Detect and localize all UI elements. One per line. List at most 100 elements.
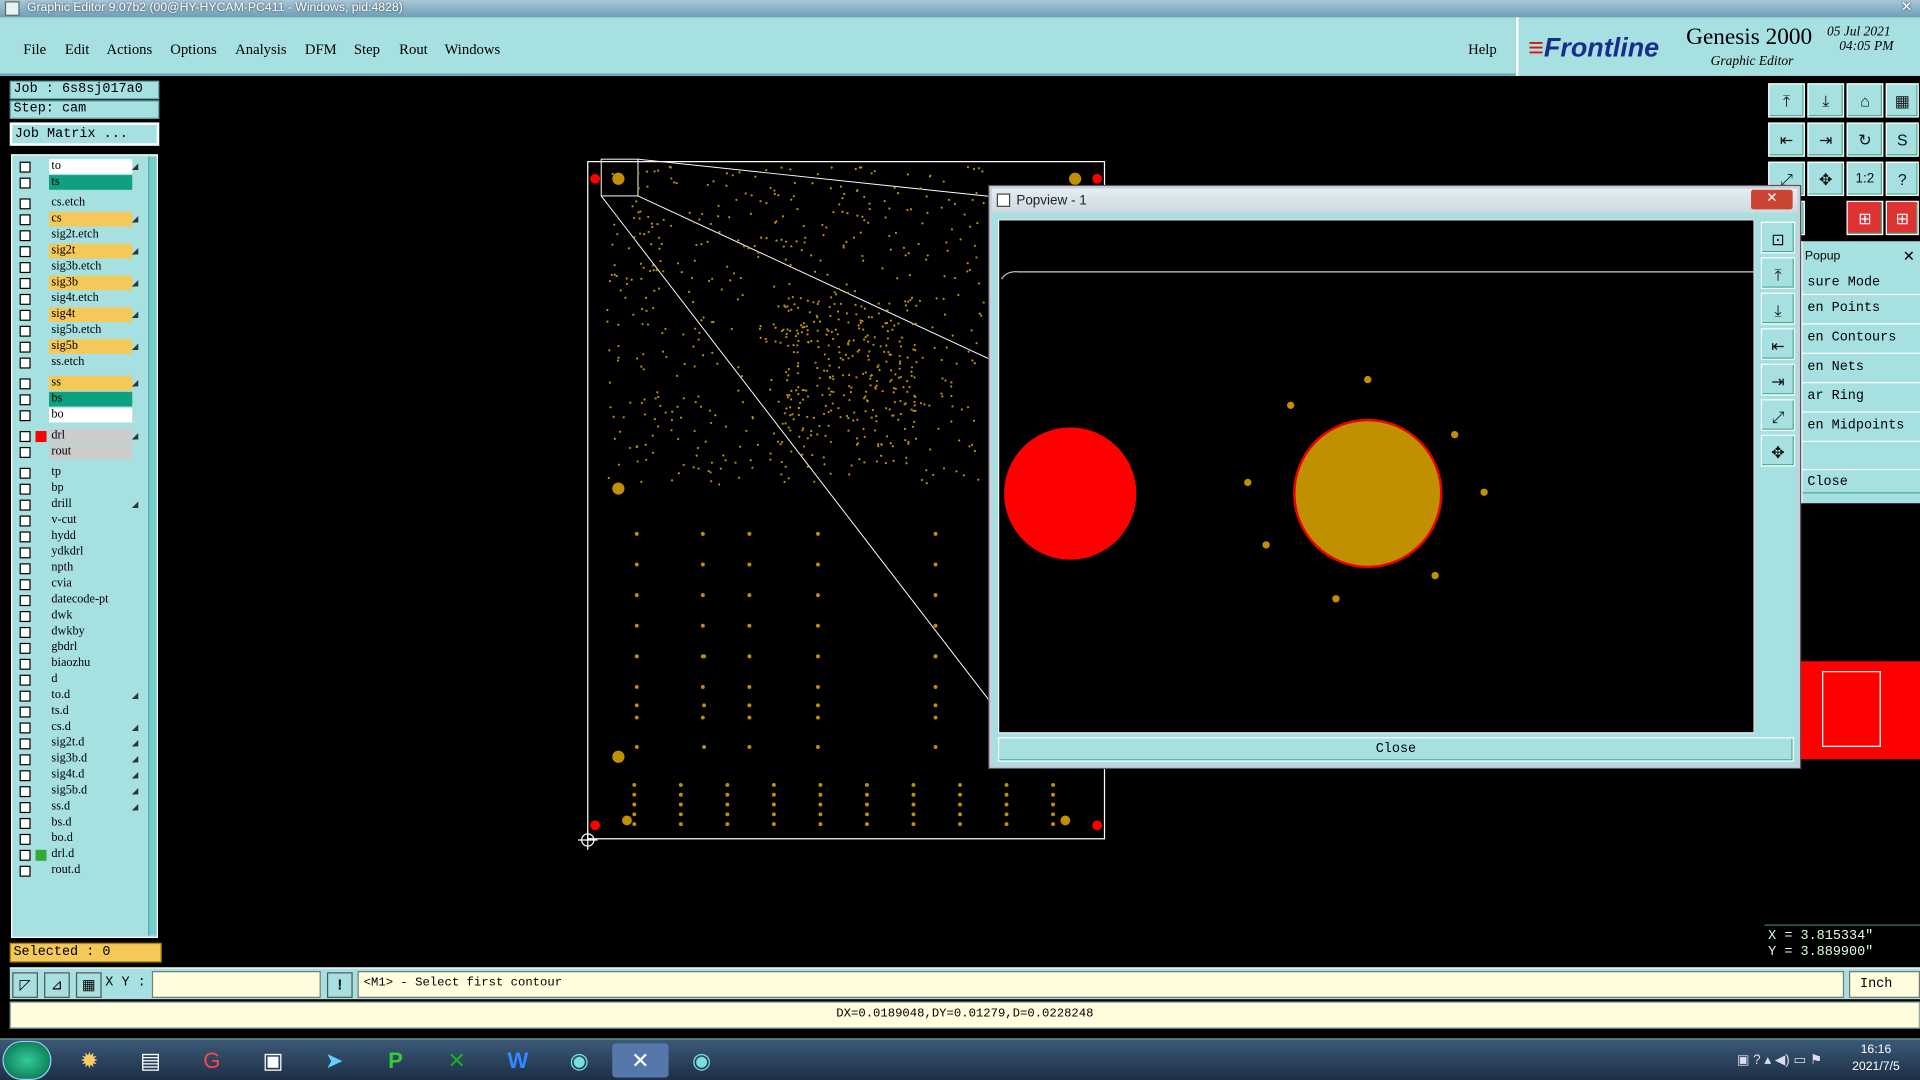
layer-name[interactable]: sig3b.etch: [48, 259, 133, 275]
layer-row[interactable]: to.d ◢: [12, 688, 141, 704]
layer-name[interactable]: d: [48, 672, 133, 687]
layer-checkbox[interactable]: [19, 738, 31, 750]
grid-tool-icon[interactable]: ▦: [75, 972, 102, 998]
layer-name[interactable]: ss.d: [48, 799, 133, 815]
layer-row[interactable]: d: [12, 672, 141, 688]
menu-windows[interactable]: Windows: [444, 40, 500, 58]
layer-name[interactable]: dwkby: [48, 624, 133, 640]
menu-step[interactable]: Step: [354, 40, 380, 58]
layer-checkbox[interactable]: [19, 214, 31, 226]
close-icon[interactable]: ✕: [1903, 247, 1915, 264]
measure-close-button[interactable]: Close: [1802, 468, 1920, 494]
layer-name[interactable]: ts: [48, 175, 133, 190]
layer-name[interactable]: sig5b.etch: [48, 323, 133, 338]
layer-checkbox[interactable]: [19, 515, 31, 527]
layer-row[interactable]: dwk: [12, 608, 141, 625]
layer-checkbox[interactable]: [19, 722, 31, 734]
layer-name[interactable]: cs.etch: [48, 195, 133, 211]
layer-name[interactable]: v-cut: [48, 513, 133, 528]
taskbar-p-icon[interactable]: P: [367, 1043, 423, 1077]
snap-icon[interactable]: S: [1885, 122, 1919, 157]
zoom-out-icon[interactable]: ⤓: [1807, 83, 1845, 118]
taskbar-genesis-icon[interactable]: ◉: [551, 1043, 607, 1077]
layer-name[interactable]: ts.d: [48, 704, 133, 719]
layer-row[interactable]: drl ◢: [12, 428, 141, 445]
alert-icon[interactable]: !: [326, 972, 353, 998]
job-matrix-button[interactable]: Job Matrix ...: [9, 122, 160, 146]
popview-close-button[interactable]: Close: [997, 737, 1794, 762]
layer-name[interactable]: dwk: [48, 608, 133, 624]
layer-name[interactable]: to.d: [48, 688, 133, 703]
layer-row[interactable]: sig2t.etch: [12, 227, 141, 244]
layer-checkbox[interactable]: [19, 277, 31, 289]
layer-checkbox[interactable]: [19, 611, 31, 623]
layer-name[interactable]: hydd: [48, 528, 133, 544]
system-tray[interactable]: ▣ ? ▴ ◀) ▭ ⚑: [1737, 1052, 1822, 1068]
layer-row[interactable]: sig3b.etch: [12, 259, 141, 276]
layer-name[interactable]: sig4t: [48, 307, 133, 323]
layer-name[interactable]: ss: [48, 375, 133, 391]
measure-nets-icon[interactable]: ⊞: [1885, 200, 1919, 236]
layer-checkbox[interactable]: [19, 341, 31, 353]
layer-row[interactable]: sig3b ◢: [12, 275, 141, 292]
layer-row[interactable]: cs.d ◢: [12, 720, 141, 736]
layer-row[interactable]: drl.d: [12, 847, 141, 863]
taskbar-notepad-icon[interactable]: ▤: [122, 1043, 178, 1077]
layer-checkbox[interactable]: [19, 865, 31, 877]
layer-row[interactable]: bp: [12, 481, 141, 497]
layer-row[interactable]: sig4t.etch: [12, 291, 141, 307]
layer-row[interactable]: sig2t.d ◢: [12, 735, 141, 752]
layer-checkbox[interactable]: [19, 658, 31, 670]
pv-center-icon[interactable]: ✥: [1760, 434, 1796, 467]
layer-row[interactable]: sig2t ◢: [12, 243, 141, 260]
menu-rout[interactable]: Rout: [399, 40, 428, 58]
layer-checkbox[interactable]: [19, 595, 31, 607]
layer-row[interactable]: ts.d: [12, 704, 141, 720]
layer-name[interactable]: drl: [48, 428, 133, 444]
layer-name[interactable]: npth: [48, 560, 133, 576]
layer-row[interactable]: bs: [12, 391, 141, 408]
layer-checkbox[interactable]: [19, 177, 31, 189]
close-icon[interactable]: ✕: [1898, 0, 1915, 17]
layer-name[interactable]: datecode-pt: [48, 592, 133, 608]
pv-pan-left-icon[interactable]: ⇤: [1760, 328, 1796, 361]
layer-name[interactable]: tp: [48, 465, 133, 481]
layer-checkbox[interactable]: [19, 817, 31, 829]
layer-checkbox[interactable]: [19, 467, 31, 479]
layer-checkbox[interactable]: [19, 161, 31, 173]
taskbar-x-icon[interactable]: ✕: [612, 1043, 669, 1078]
layer-name[interactable]: cs.d: [48, 720, 133, 735]
taskbar-g-icon[interactable]: G: [184, 1043, 240, 1077]
layer-row[interactable]: tp: [12, 465, 141, 481]
layer-name[interactable]: bo.d: [48, 831, 133, 847]
layer-row[interactable]: sig5b ◢: [12, 339, 141, 355]
layer-checkbox[interactable]: [19, 394, 31, 406]
layer-name[interactable]: cs: [48, 211, 133, 227]
layer-row[interactable]: cs.etch: [12, 195, 141, 212]
layer-name[interactable]: sig2t: [48, 243, 133, 259]
layer-checkbox[interactable]: [19, 690, 31, 702]
layer-name[interactable]: sig2t.d: [48, 735, 133, 751]
layer-checkbox[interactable]: [19, 431, 31, 443]
menu-help[interactable]: Help: [1468, 40, 1497, 58]
layer-name[interactable]: sig5b: [48, 339, 133, 354]
layer-checkbox[interactable]: [19, 230, 31, 242]
layer-name[interactable]: drl.d: [48, 847, 133, 863]
taskbar-save-icon[interactable]: ▣: [245, 1043, 301, 1077]
taskbar-shell-icon[interactable]: ✹: [61, 1043, 117, 1077]
taskbar-excel-icon[interactable]: ✕: [429, 1043, 485, 1077]
layer-checkbox[interactable]: [19, 626, 31, 638]
menu-file[interactable]: File: [23, 40, 46, 58]
zoom-home-icon[interactable]: ⤒: [1768, 83, 1805, 118]
layer-row[interactable]: sig4t ◢: [12, 307, 141, 323]
pv-zoom-out-icon[interactable]: ⤓: [1760, 292, 1796, 325]
layer-row[interactable]: gbdrl: [12, 640, 141, 656]
layer-checkbox[interactable]: [19, 579, 31, 591]
layer-row[interactable]: datecode-pt: [12, 592, 141, 609]
pan-left-icon[interactable]: ⇤: [1768, 122, 1805, 157]
layer-checkbox[interactable]: [19, 770, 31, 782]
layer-checkbox[interactable]: [19, 706, 31, 718]
layer-name[interactable]: sig3b: [48, 275, 133, 291]
layer-checkbox[interactable]: [19, 357, 31, 369]
scale-1-2-icon[interactable]: 1:2: [1846, 161, 1884, 196]
